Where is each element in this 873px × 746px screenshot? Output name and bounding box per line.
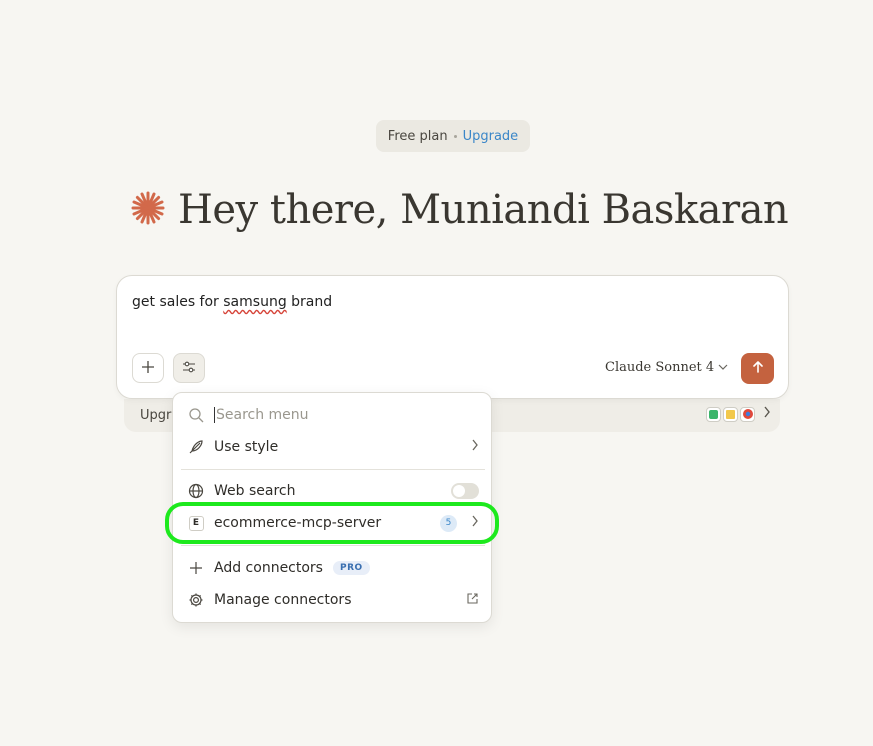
- composer[interactable]: get sales for samsung brand Claude Sonne…: [116, 275, 789, 399]
- model-label: Claude Sonnet 4: [605, 360, 715, 375]
- connector-letter: E: [188, 515, 204, 531]
- arrow-up-icon: [751, 359, 765, 378]
- chevron-right-icon: [763, 406, 771, 422]
- app-icon-notes: [723, 406, 738, 422]
- menu-item-web-search[interactable]: Web search: [181, 476, 485, 506]
- greeting: Hey there, Muniandi Baskaran: [130, 182, 789, 238]
- add-button[interactable]: [132, 353, 164, 383]
- prompt-text-end: brand: [286, 294, 333, 310]
- chevron-right-icon: [471, 439, 479, 455]
- sliders-icon: [182, 359, 196, 378]
- prompt-text-start: get sales for: [132, 294, 224, 310]
- search-icon: [183, 407, 209, 423]
- plan-label: Free plan: [387, 128, 448, 144]
- plus-icon: [141, 359, 155, 378]
- app-icon-chrome: [740, 406, 755, 422]
- tools-button[interactable]: [173, 353, 205, 383]
- feather-icon: [183, 439, 209, 455]
- menu-item-add-connectors[interactable]: Add connectors PRO: [181, 553, 485, 583]
- banner-label: Upgr: [140, 408, 172, 423]
- search-placeholder: Search menu: [214, 407, 309, 423]
- chevron-right-icon: [471, 515, 479, 531]
- separator-dot: [453, 134, 457, 138]
- menu-item-use-style[interactable]: Use style: [181, 432, 485, 462]
- connector-label: ecommerce-mcp-server: [214, 515, 382, 531]
- app-integrations[interactable]: [706, 406, 771, 422]
- menu-search-input[interactable]: Search menu: [181, 400, 485, 430]
- web-search-toggle[interactable]: [451, 483, 479, 499]
- use-style-label: Use style: [214, 439, 279, 455]
- app-icon-green: [706, 406, 721, 422]
- gear-icon: [183, 592, 209, 608]
- add-connectors-label: Add connectors: [214, 560, 323, 576]
- connector-icon: E: [183, 515, 209, 531]
- upgrade-link[interactable]: Upgrade: [463, 129, 519, 144]
- manage-connectors-label: Manage connectors: [214, 592, 352, 608]
- plus-icon: [183, 561, 209, 575]
- globe-icon: [183, 483, 209, 499]
- web-search-label: Web search: [214, 483, 296, 499]
- claude-logo-icon: [130, 190, 166, 230]
- tool-count-badge: 5: [440, 514, 457, 532]
- menu-item-ecommerce-mcp-server[interactable]: E ecommerce-mcp-server 5: [181, 508, 485, 538]
- external-link-icon: [466, 592, 479, 609]
- prompt-text-misspelled: samsung: [223, 294, 287, 310]
- tools-menu: Search menu Use style Web search E ecomm…: [172, 392, 492, 623]
- model-selector[interactable]: Claude Sonnet 4: [605, 360, 728, 375]
- pro-badge: PRO: [332, 561, 370, 575]
- menu-divider: [181, 469, 485, 470]
- menu-divider: [181, 545, 485, 546]
- send-button[interactable]: [741, 353, 774, 384]
- greeting-title: Hey there, Muniandi Baskaran: [178, 187, 789, 233]
- plan-pill: Free plan Upgrade: [376, 120, 530, 152]
- chevron-down-icon: [718, 360, 728, 375]
- menu-item-manage-connectors[interactable]: Manage connectors: [181, 585, 485, 615]
- prompt-input[interactable]: get sales for samsung brand: [132, 294, 332, 310]
